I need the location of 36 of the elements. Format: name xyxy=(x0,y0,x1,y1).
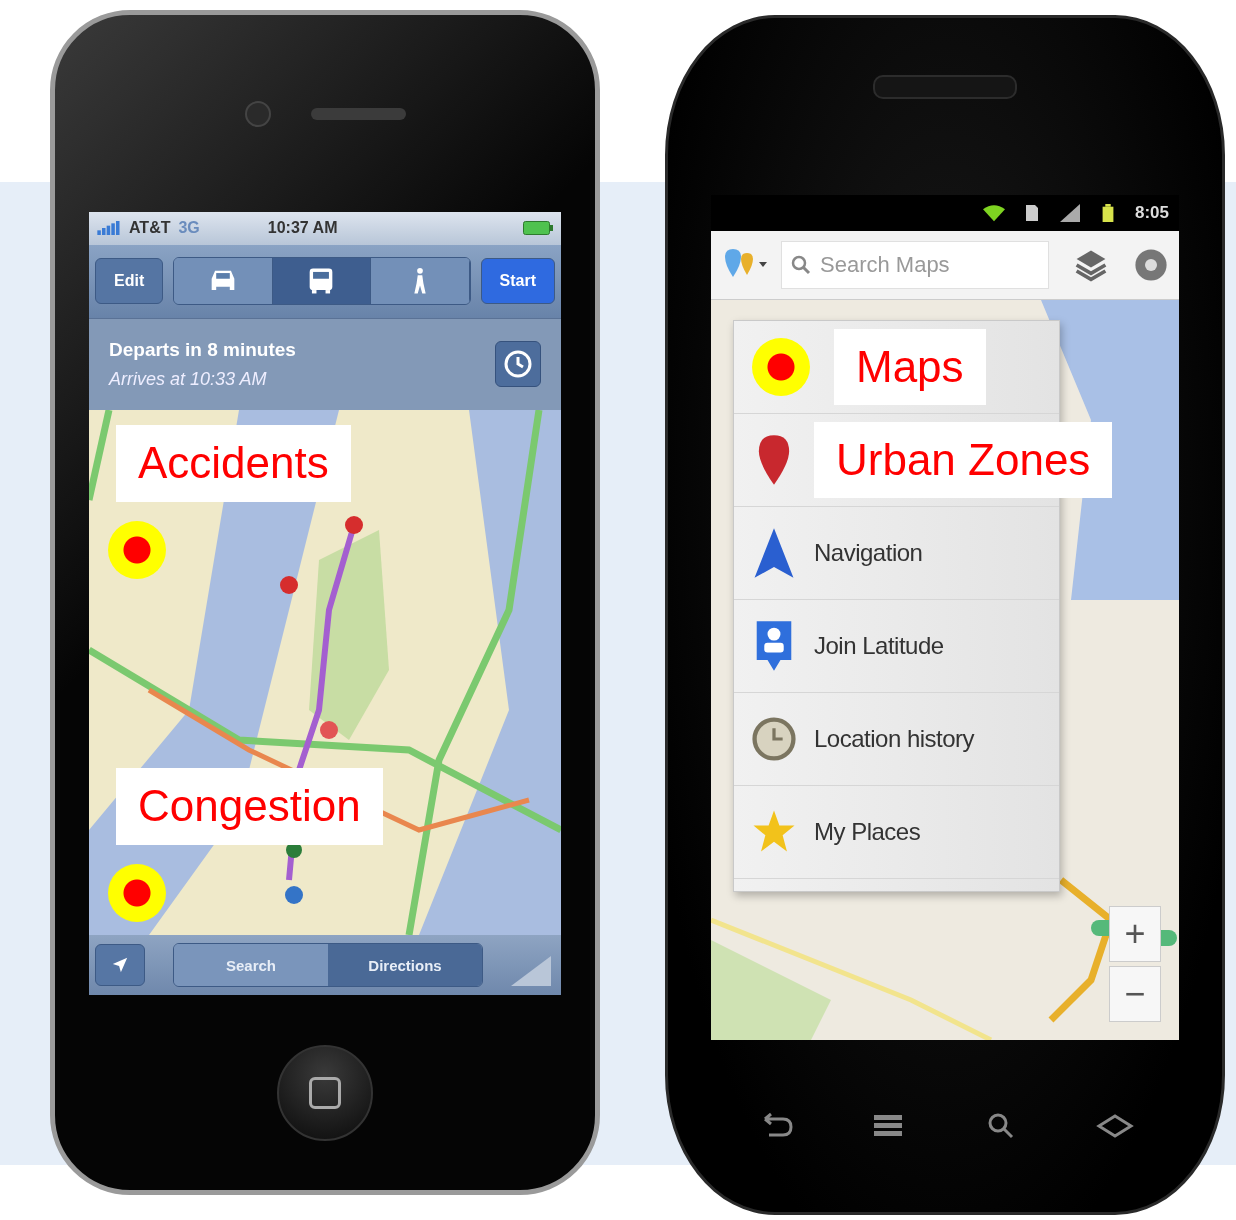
battery-icon xyxy=(523,221,553,236)
zoom-out-button[interactable]: − xyxy=(1109,966,1161,1022)
camera-icon xyxy=(244,100,271,127)
clock-icon xyxy=(503,349,533,380)
menu-item[interactable]: Join Latitude xyxy=(814,632,944,660)
search-field[interactable]: Search Maps xyxy=(781,241,1049,289)
speaker-slot-icon xyxy=(873,74,1017,99)
target-dot-icon xyxy=(752,338,810,396)
annotation-label: Congestion xyxy=(116,768,383,846)
location-arrow-button[interactable] xyxy=(95,944,145,987)
menu-item[interactable]: Location history xyxy=(814,725,975,753)
arrival-text: Arrives at 10:33 AM xyxy=(109,368,268,390)
speaker-slot-icon xyxy=(310,107,406,120)
clock-time: 8:05 xyxy=(1134,203,1169,223)
car-mode-tab[interactable] xyxy=(174,258,273,305)
signal-icon xyxy=(97,221,121,236)
network-type: 3G xyxy=(178,219,200,238)
menu-item[interactable]: Navigation xyxy=(814,539,923,567)
menu-item[interactable]: My Places xyxy=(814,818,921,846)
carrier-name: AT&T xyxy=(129,219,171,238)
annotation-label: Accidents xyxy=(116,425,351,503)
annotation-label: Urban Zones xyxy=(814,421,1113,499)
edit-button[interactable]: Edit xyxy=(95,258,164,305)
departure-text: Departs in 8 minutes xyxy=(109,338,297,361)
settings-icon[interactable] xyxy=(1133,247,1169,283)
annotation-label: Maps xyxy=(834,328,986,406)
clock-button[interactable] xyxy=(495,341,541,388)
walk-mode-tab[interactable] xyxy=(371,258,470,305)
start-button[interactable]: Start xyxy=(480,258,555,305)
zoom-in-button[interactable]: + xyxy=(1109,906,1161,962)
wifi-icon xyxy=(982,204,1005,222)
navigation-arrow-icon xyxy=(752,526,796,580)
bottom-tab[interactable]: Directions xyxy=(328,944,482,987)
bus-mode-tab[interactable] xyxy=(272,258,372,305)
clock-time: 10:37 AM xyxy=(267,219,339,238)
signal-icon xyxy=(1058,204,1081,222)
